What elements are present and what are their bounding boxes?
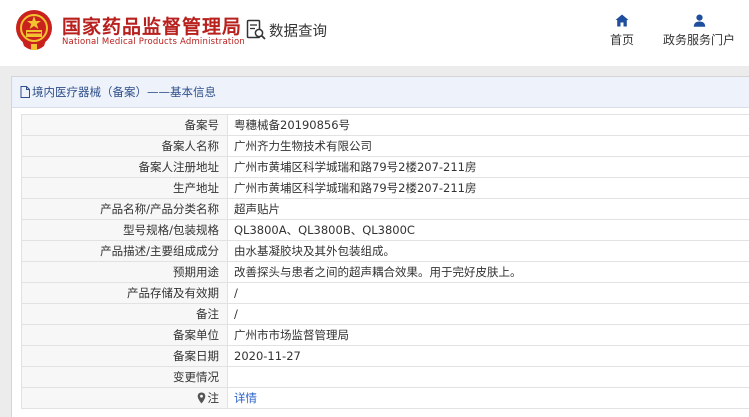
location-pin-icon <box>197 392 205 403</box>
row-value: 超声贴片 <box>227 198 749 220</box>
table-row: 产品描述/主要组成成分 由水基凝胶块及其外包装组成。 <box>21 240 749 262</box>
row-value: QL3800A、QL3800B、QL3800C <box>227 219 749 241</box>
row-key: 变更情况 <box>21 366 228 388</box>
row-key: 生产地址 <box>21 177 228 199</box>
row-key: 备案单位 <box>21 324 228 346</box>
row-value: 由水基凝胶块及其外包装组成。 <box>227 240 749 262</box>
user-icon <box>693 14 705 27</box>
row-value: 广州齐力生物技术有限公司 <box>227 135 749 157</box>
table-row: 产品名称/产品分类名称 超声贴片 <box>21 198 749 220</box>
row-value: 改善探头与患者之间的超声耦合效果。用于完好皮肤上。 <box>227 261 749 283</box>
data-query-icon <box>246 19 266 40</box>
table-row: 备案单位 广州市市场监督管理局 <box>21 324 749 346</box>
info-panel: 境内医疗器械（备案）——基本信息 备案号 粤穗械备20190856号 备案人名称广… <box>11 76 749 417</box>
national-emblem-icon <box>16 10 52 50</box>
details-link[interactable]: 详情 <box>234 391 257 405</box>
note-value: 详情 <box>227 387 749 409</box>
panel-title: 境内医疗器械（备案）——基本信息 <box>12 77 749 108</box>
table-row: 备案人名称 广州齐力生物技术有限公司 <box>21 135 749 157</box>
row-key: 产品存储及有效期 <box>21 282 228 304</box>
row-value: 广州市黄埔区科学城瑞和路79号2楼207-211房 <box>227 156 749 178</box>
row-key: 备案人名称 <box>21 135 228 157</box>
row-value <box>227 366 749 388</box>
table-row: 备案日期 2020-11-27 <box>21 345 749 367</box>
row-value: 广州市黄埔区科学城瑞和路79号2楼207-211房 <box>227 177 749 199</box>
table-row: 备案号 粤穗械备20190856号 <box>21 114 749 136</box>
row-value: / <box>227 282 749 304</box>
table-row: 预期用途 改善探头与患者之间的超声耦合效果。用于完好皮肤上。 <box>21 261 749 283</box>
row-value: / <box>227 303 749 325</box>
table-row-note: 注 详情 <box>21 387 749 409</box>
row-key: 产品描述/主要组成成分 <box>21 240 228 262</box>
site-subtitle: National Medical Products Administration <box>62 37 245 47</box>
row-value: 粤穗械备20190856号 <box>227 114 749 136</box>
table-row: 产品存储及有效期 / <box>21 282 749 304</box>
site-title[interactable]: 国家药品监督管理局 <box>62 12 242 39</box>
site-header: 国家药品监督管理局 National Medical Products Admi… <box>0 0 749 66</box>
basic-info-table: 备案号 粤穗械备20190856号 备案人名称 广州齐力生物技术有限公司 备案人注册… <box>21 114 749 409</box>
panel-title-text: 境内医疗器械（备案）——基本信息 <box>32 85 216 99</box>
table-row: 备案人注册地址 广州市黄埔区科学城瑞和路79号2楼207-211房 <box>21 156 749 178</box>
nav-service-portal[interactable]: 政务服务门户 <box>661 14 737 48</box>
row-value: 2020-11-27 <box>227 345 749 367</box>
row-key: 预期用途 <box>21 261 228 283</box>
table-row: 生产地址 广州市黄埔区科学城瑞和路79号2楼207-211房 <box>21 177 749 199</box>
nav-home-label: 首页 <box>609 33 634 47</box>
nav-service-label: 政务服务门户 <box>662 33 735 47</box>
table-row: 变更情况 <box>21 366 749 388</box>
row-key: 备案人注册地址 <box>21 156 228 178</box>
table-row: 型号规格/包装规格 QL3800A、QL3800B、QL3800C <box>21 219 749 241</box>
row-key: 备案日期 <box>21 345 228 367</box>
note-key-label: 注 <box>207 390 220 405</box>
row-key: 备注 <box>21 303 228 325</box>
row-key: 型号规格/包装规格 <box>21 219 228 241</box>
nav-home[interactable]: 首页 <box>606 14 638 48</box>
data-query-link[interactable]: 数据查询 <box>246 19 327 41</box>
document-icon <box>20 86 30 98</box>
table-row: 备注 / <box>21 303 749 325</box>
row-value: 广州市市场监督管理局 <box>227 324 749 346</box>
row-key: 备案号 <box>21 114 228 136</box>
data-query-label: 数据查询 <box>269 23 327 40</box>
row-key: 产品名称/产品分类名称 <box>21 198 228 220</box>
home-icon <box>615 14 629 27</box>
note-key: 注 <box>21 387 228 409</box>
